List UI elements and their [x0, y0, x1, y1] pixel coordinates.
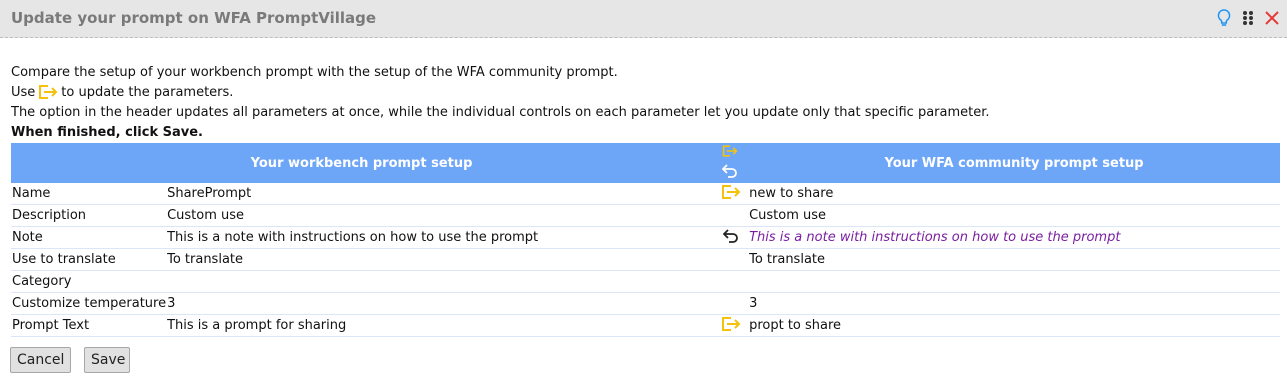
- drag-grip-icon[interactable]: [1239, 8, 1257, 28]
- instructions: Compare the setup of your workbench prom…: [11, 63, 990, 143]
- instruction-update-text: to update the parameters.: [61, 85, 234, 100]
- revert-all-undo-icon[interactable]: [720, 163, 740, 179]
- instruction-line-3: The option in the header updates all par…: [11, 105, 990, 120]
- instruction-line-4: When finished, click Save.: [11, 125, 203, 140]
- param-name: Description: [11, 204, 167, 227]
- dialog-titlebar: Update your prompt on WFA PromptVillage: [0, 0, 1287, 38]
- row-control: [712, 204, 749, 227]
- workbench-value: [166, 270, 713, 293]
- param-name: Use to translate: [11, 248, 167, 271]
- header-controls: [712, 143, 749, 183]
- row-control: [712, 226, 749, 249]
- export-icon: [38, 84, 58, 100]
- header-workbench: Your workbench prompt setup: [11, 143, 713, 183]
- titlebar-icons: [1215, 8, 1281, 28]
- community-value: This is a note with instructions on how …: [748, 226, 1280, 249]
- update-all-export-icon[interactable]: [720, 143, 740, 159]
- table-header-row: Your workbench prompt setup Your WFA com…: [11, 143, 1280, 183]
- row-control: [712, 292, 749, 315]
- table-row: Category: [11, 270, 1280, 293]
- workbench-value: SharePrompt: [166, 183, 713, 205]
- community-value: [748, 270, 1280, 293]
- workbench-value: To translate: [166, 248, 713, 271]
- dialog-title: Update your prompt on WFA PromptVillage: [11, 9, 377, 27]
- save-button[interactable]: Save: [84, 347, 130, 373]
- row-control: [712, 314, 749, 337]
- param-name: Customize temperature: [11, 292, 167, 315]
- row-control: [712, 270, 749, 293]
- comparison-table: Your workbench prompt setup Your WFA com…: [11, 143, 1280, 337]
- row-control: [712, 183, 749, 205]
- export-icon[interactable]: [721, 316, 741, 332]
- cancel-button[interactable]: Cancel: [10, 347, 71, 373]
- param-name: Prompt Text: [11, 314, 167, 337]
- param-name: Category: [11, 270, 167, 293]
- instruction-line-1: Compare the setup of your workbench prom…: [11, 65, 618, 80]
- community-value: To translate: [748, 248, 1280, 271]
- undo-icon[interactable]: [721, 228, 741, 244]
- table-row: Note This is a note with instructions on …: [11, 226, 1280, 249]
- table-row: Description Custom use Custom use: [11, 204, 1280, 227]
- table-row: Use to translate To translate To translate: [11, 248, 1280, 271]
- workbench-value: This is a prompt for sharing: [166, 314, 713, 337]
- header-community: Your WFA community prompt setup: [748, 143, 1280, 183]
- table-row: Prompt Text This is a prompt for sharing p…: [11, 314, 1280, 337]
- export-icon[interactable]: [721, 184, 741, 200]
- workbench-value: Custom use: [166, 204, 713, 227]
- param-name: Note: [11, 226, 167, 249]
- community-value: 3: [748, 292, 1280, 315]
- instruction-line-2: Use to update the parameters.: [11, 83, 990, 103]
- community-value: new to share: [748, 183, 1280, 205]
- community-value: Custom use: [748, 204, 1280, 227]
- close-icon[interactable]: [1263, 8, 1281, 28]
- workbench-value: 3: [166, 292, 713, 315]
- community-value: propt to share: [748, 314, 1280, 337]
- instruction-use-text: Use: [11, 85, 36, 100]
- table-row: Customize temperature 3 3: [11, 292, 1280, 315]
- param-name: Name: [11, 183, 167, 205]
- lightbulb-icon[interactable]: [1215, 8, 1233, 28]
- row-control: [712, 248, 749, 271]
- table-row: Name SharePrompt new to share: [11, 183, 1280, 205]
- workbench-value: This is a note with instructions on how …: [166, 226, 713, 249]
